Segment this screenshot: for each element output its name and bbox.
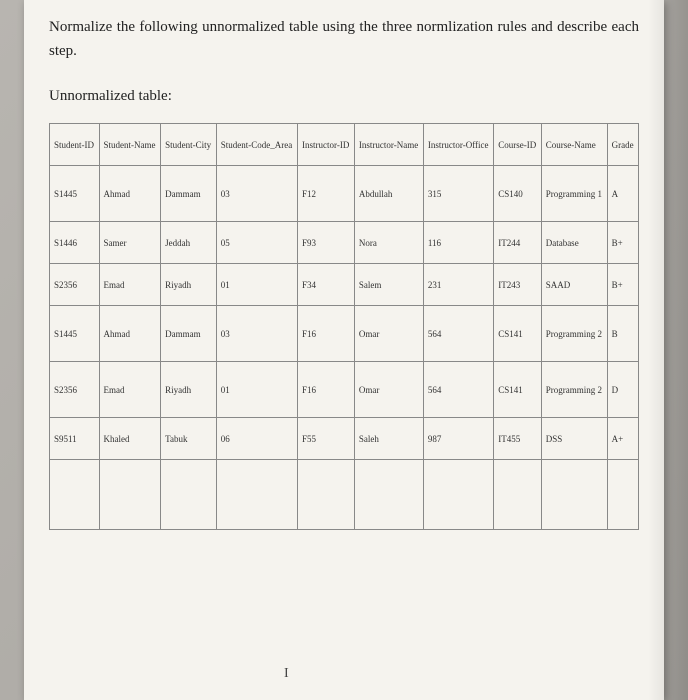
cell-empty xyxy=(541,460,607,530)
cell: F55 xyxy=(298,418,355,460)
cell: Ahmad xyxy=(99,166,161,222)
cell: 564 xyxy=(423,306,493,362)
cell: 05 xyxy=(216,222,297,264)
cell: F16 xyxy=(298,306,355,362)
cell-empty xyxy=(607,460,638,530)
cell: 116 xyxy=(423,222,493,264)
unnormalized-table: Student-ID Student-Name Student-City Stu… xyxy=(49,123,639,530)
cell: Ahmad xyxy=(99,306,161,362)
cell: F93 xyxy=(298,222,355,264)
cell: Abdullah xyxy=(354,166,423,222)
cell: Emad xyxy=(99,264,161,306)
cell: 987 xyxy=(423,418,493,460)
cell: Programming 1 xyxy=(541,166,607,222)
cell: Omar xyxy=(354,306,423,362)
cell: 564 xyxy=(423,362,493,418)
cell: Nora xyxy=(354,222,423,264)
table-row: S2356 Emad Riyadh 01 F16 Omar 564 CS141 … xyxy=(50,362,639,418)
col-course-id: Course-ID xyxy=(494,124,541,166)
cell: Dammam xyxy=(161,166,217,222)
document-page: Normalize the following unnormalized tab… xyxy=(24,0,664,700)
cell: B xyxy=(607,306,638,362)
cell-empty xyxy=(50,460,100,530)
cell: SAAD xyxy=(541,264,607,306)
cell: 06 xyxy=(216,418,297,460)
table-row: S1445 Ahmad Dammam 03 F12 Abdullah 315 C… xyxy=(50,166,639,222)
cell: 231 xyxy=(423,264,493,306)
cell: CS141 xyxy=(494,362,541,418)
cell: S9511 xyxy=(50,418,100,460)
cell: B+ xyxy=(607,222,638,264)
cell: Omar xyxy=(354,362,423,418)
cell-empty xyxy=(494,460,541,530)
instruction-text: Normalize the following unnormalized tab… xyxy=(49,15,639,63)
col-student-city: Student-City xyxy=(161,124,217,166)
cell: Dammam xyxy=(161,306,217,362)
cell: Khaled xyxy=(99,418,161,460)
cell: S1446 xyxy=(50,222,100,264)
cell-empty xyxy=(216,460,297,530)
cell: S2356 xyxy=(50,264,100,306)
table-row-empty xyxy=(50,460,639,530)
cell: F12 xyxy=(298,166,355,222)
table-row: S9511 Khaled Tabuk 06 F55 Saleh 987 IT45… xyxy=(50,418,639,460)
cell: B+ xyxy=(607,264,638,306)
col-instructor-name: Instructor-Name xyxy=(354,124,423,166)
cell: CS140 xyxy=(494,166,541,222)
cell: Riyadh xyxy=(161,264,217,306)
col-grade: Grade xyxy=(607,124,638,166)
cell: S2356 xyxy=(50,362,100,418)
col-course-name: Course-Name xyxy=(541,124,607,166)
subtitle-text: Unnormalized table: xyxy=(49,88,639,105)
table-row: S1445 Ahmad Dammam 03 F16 Omar 564 CS141… xyxy=(50,306,639,362)
cell: Jeddah xyxy=(161,222,217,264)
cell: Emad xyxy=(99,362,161,418)
cell-empty xyxy=(298,460,355,530)
col-student-name: Student-Name xyxy=(99,124,161,166)
table-row: S2356 Emad Riyadh 01 F34 Salem 231 IT243… xyxy=(50,264,639,306)
cell: 315 xyxy=(423,166,493,222)
text-cursor-icon: I xyxy=(284,666,289,682)
cell: S1445 xyxy=(50,166,100,222)
cell: F16 xyxy=(298,362,355,418)
cell: Saleh xyxy=(354,418,423,460)
cell: DSS xyxy=(541,418,607,460)
cell: 01 xyxy=(216,362,297,418)
col-student-id: Student-ID xyxy=(50,124,100,166)
cell-empty xyxy=(99,460,161,530)
cell: IT243 xyxy=(494,264,541,306)
table-row: S1446 Samer Jeddah 05 F93 Nora 116 IT244… xyxy=(50,222,639,264)
cell-empty xyxy=(354,460,423,530)
col-instructor-id: Instructor-ID xyxy=(298,124,355,166)
cell: Programming 2 xyxy=(541,306,607,362)
cell: 01 xyxy=(216,264,297,306)
cell: A xyxy=(607,166,638,222)
cell: CS141 xyxy=(494,306,541,362)
cell: Salem xyxy=(354,264,423,306)
cell: 03 xyxy=(216,306,297,362)
cell: S1445 xyxy=(50,306,100,362)
cell: Programming 2 xyxy=(541,362,607,418)
cell: Samer xyxy=(99,222,161,264)
cell: A+ xyxy=(607,418,638,460)
col-instructor-office: Instructor-Office xyxy=(423,124,493,166)
cell: Tabuk xyxy=(161,418,217,460)
cell: 03 xyxy=(216,166,297,222)
cell: IT244 xyxy=(494,222,541,264)
cell: IT455 xyxy=(494,418,541,460)
cell: Riyadh xyxy=(161,362,217,418)
cell: Database xyxy=(541,222,607,264)
col-student-code-area: Student-Code_Area xyxy=(216,124,297,166)
table-header-row: Student-ID Student-Name Student-City Stu… xyxy=(50,124,639,166)
cell: D xyxy=(607,362,638,418)
cell-empty xyxy=(161,460,217,530)
cell-empty xyxy=(423,460,493,530)
cell: F34 xyxy=(298,264,355,306)
